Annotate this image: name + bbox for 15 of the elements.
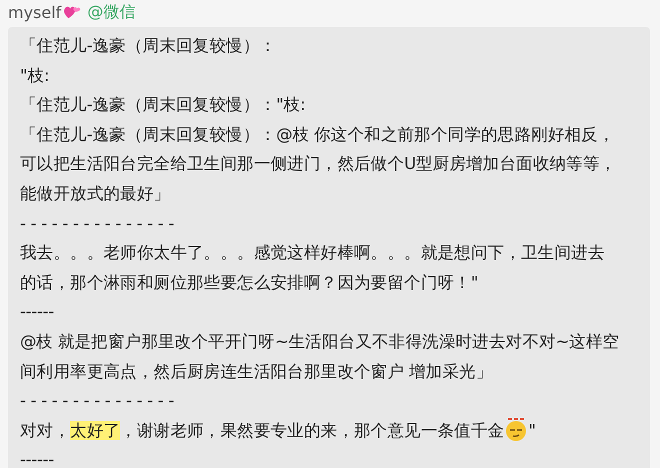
- message-text: ------: [20, 449, 55, 468]
- message-text: 「住范儿-逸豪（周末回复较慢）：: [20, 35, 278, 57]
- message-text: @枝 就是把窗户那里改个平开门呀~生活阳台又不非得洗澡时进去对不对~这样空 间利用率更高点，然后厨房连生活阳台那里改个窗户 增加采光」: [20, 330, 620, 383]
- message-text: "枝:: [20, 64, 50, 87]
- message-text: 「住范儿-逸豪（周末回复较慢）："枝:: [20, 94, 306, 116]
- smug-face-emoji-icon: [504, 416, 528, 442]
- message-text: - - - - - - - - - - - - - - -: [20, 212, 176, 235]
- username: myself: [8, 2, 62, 22]
- hearts-icon: [63, 4, 82, 20]
- message-text: ------: [20, 301, 55, 324]
- message-text: 我去。。。老师你太牛了。。。感觉这样好棒啊。。。就是想问下，卫生间进去 的话，那个淋雨和厕位那些要怎么安排啊？因为要留个门呀！": [20, 242, 606, 294]
- source-label: @微信: [87, 2, 136, 22]
- message-text: - - - - - - - - - - - - - - -: [20, 390, 176, 412]
- message-text: 「住范儿-逸豪（周末回复较慢）：@枝 你这个和之前那个同学的思路刚好相反， 可以把生活阳台完全给卫生间那一侧进门，然后做个U型厨房增加台面收纳等等， 能做开放式的最好」: [20, 124, 618, 205]
- message-text: 对对，太好了，谢谢老师，果然要专业的来，那个意见一条值千金 ": [20, 416, 640, 446]
